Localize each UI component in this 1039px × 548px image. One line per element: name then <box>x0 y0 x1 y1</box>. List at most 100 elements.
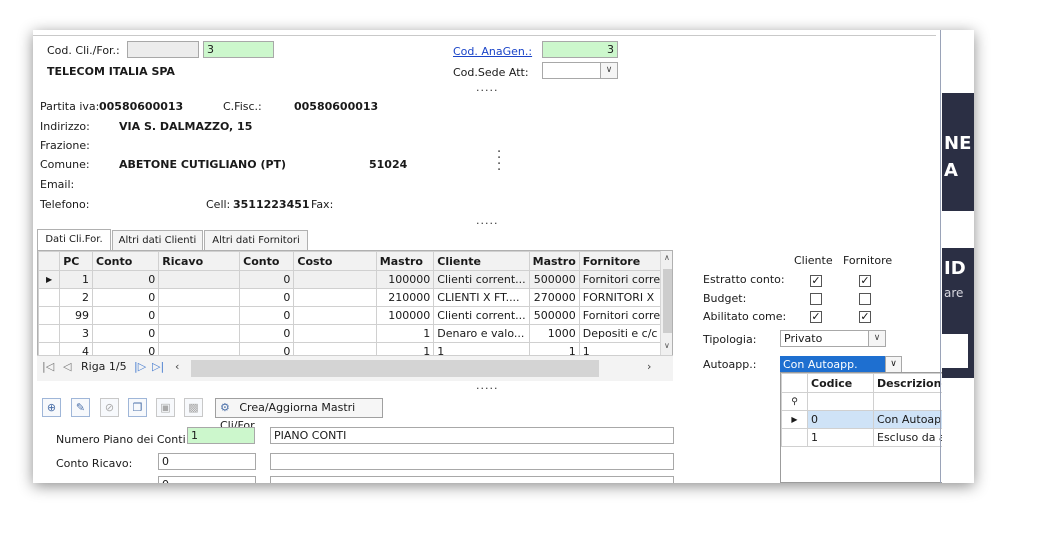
table-row[interactable]: 2 0 0 210000 CLIENTI X FT.... 270000 FOR… <box>38 288 672 307</box>
cell-mastro-cliente[interactable]: 1 <box>375 324 435 343</box>
cell-pc[interactable]: 99 <box>59 306 93 325</box>
cod-cli-for-field[interactable]: 3 <box>203 41 274 58</box>
cod-cli-for-prefix-field[interactable] <box>127 41 199 58</box>
delete-button[interactable]: ▩ <box>184 398 203 417</box>
cell-ricavo[interactable] <box>158 306 241 325</box>
cell-pc[interactable]: 1 <box>59 270 93 289</box>
cell-conto-costo[interactable]: 0 <box>239 270 295 289</box>
cell-mastro-cliente[interactable]: 100000 <box>375 270 435 289</box>
cod-anagen-link[interactable]: Cod. AnaGen.: <box>453 45 532 58</box>
splitter-dots-2[interactable]: ..... <box>476 214 498 227</box>
add-record-button[interactable]: ⊕ <box>42 398 61 417</box>
cell-mastro-cliente[interactable]: 210000 <box>375 288 435 307</box>
estratto-fornitore-checkbox[interactable]: ✓ <box>859 275 871 287</box>
cell-conto-costo[interactable]: 0 <box>239 324 295 343</box>
option-codice[interactable]: 0 <box>807 410 874 429</box>
copy-button[interactable]: ❐ <box>128 398 147 417</box>
budget-fornitore-checkbox[interactable] <box>859 293 871 305</box>
autoapp-select[interactable]: Con Autoapp. <box>780 356 885 373</box>
edit-record-button[interactable]: ✎ <box>71 398 90 417</box>
cell-mastro-cliente[interactable]: 100000 <box>375 306 435 325</box>
scroll-up-icon[interactable]: ∧ <box>664 253 670 262</box>
abilitato-fornitore-checkbox[interactable]: ✓ <box>859 311 871 323</box>
cell-conto-costo[interactable]: 0 <box>239 288 295 307</box>
chevron-down-icon[interactable]: ∨ <box>600 63 617 78</box>
cell-conto-ricavo[interactable]: 0 <box>91 270 160 289</box>
cell-mastro-fornitore[interactable]: 270000 <box>528 288 580 307</box>
vertical-scroll-thumb[interactable] <box>663 269 672 333</box>
col-header-fornitore[interactable]: Fornitore <box>578 251 672 271</box>
estratto-cliente-checkbox[interactable]: ✓ <box>810 275 822 287</box>
cell-mastro-fornitore[interactable]: 500000 <box>528 306 580 325</box>
col-header-conto-costo[interactable]: Conto <box>239 251 295 271</box>
abilitato-cliente-checkbox[interactable]: ✓ <box>810 311 822 323</box>
col-header-cliente[interactable]: Cliente <box>433 251 530 271</box>
splitter-dots[interactable]: ..... <box>476 81 498 94</box>
cell-fornitore[interactable]: FORNITORI X <box>578 288 672 307</box>
cell-pc[interactable]: 2 <box>59 288 93 307</box>
cell-conto-ricavo[interactable]: 0 <box>91 306 160 325</box>
tab-dati-cli-for[interactable]: Dati Cli.For. <box>37 229 111 251</box>
cell-conto-costo[interactable]: 0 <box>239 306 295 325</box>
cell-ricavo[interactable] <box>158 324 241 343</box>
crea-aggiorna-mastri-button[interactable]: ⚙ Crea/Aggiorna Mastri Cli/For <box>215 398 383 432</box>
cell-fornitore[interactable]: Fornitori correi <box>578 270 672 289</box>
cell-cliente[interactable]: CLIENTI X FT.... <box>433 288 530 307</box>
dropdown-col-codice[interactable]: Codice <box>807 373 874 393</box>
cell-costo[interactable] <box>293 270 377 289</box>
cell-pc[interactable]: 3 <box>59 324 93 343</box>
cell-ricavo[interactable] <box>158 288 241 307</box>
cell-fornitore[interactable]: Fornitori correi <box>578 306 672 325</box>
col-header-conto-ricavo[interactable]: Conto <box>91 251 160 271</box>
horizontal-scroll-thumb[interactable] <box>191 360 599 377</box>
cell-cliente[interactable]: Denaro e valo... <box>433 324 530 343</box>
cell-costo[interactable] <box>293 288 377 307</box>
table-row[interactable]: 99 0 0 100000 Clienti corrent... 500000 … <box>38 306 672 325</box>
scroll-down-icon[interactable]: ∨ <box>664 341 670 350</box>
next-record-icon[interactable]: |▷ <box>134 360 146 373</box>
option-codice[interactable]: 1 <box>807 428 874 447</box>
chevron-down-icon[interactable]: ∨ <box>885 356 902 373</box>
cancel-button[interactable]: ⊘ <box>100 398 119 417</box>
col-header-pc[interactable]: PC <box>59 251 93 271</box>
piano-descrizione-field[interactable]: PIANO CONTI <box>270 427 674 444</box>
filter-codice-cell[interactable] <box>807 392 874 411</box>
cell-costo[interactable] <box>293 306 377 325</box>
conto-ricavo-descrizione-field[interactable] <box>270 453 674 470</box>
col-header-mastro-fornitore[interactable]: Mastro <box>528 251 580 271</box>
cell-mastro-fornitore[interactable]: 1000 <box>528 324 580 343</box>
cell-costo[interactable] <box>293 324 377 343</box>
col-header-costo[interactable]: Costo <box>293 251 377 271</box>
last-record-icon[interactable]: ▷| <box>152 360 164 373</box>
cod-sede-select[interactable]: ∨ <box>542 62 618 79</box>
table-row[interactable]: 3 0 0 1 Denaro e valo... 1000 Depositi e… <box>38 324 672 343</box>
save-button[interactable]: ▣ <box>156 398 175 417</box>
splitter-dots-3[interactable]: ..... <box>476 379 498 392</box>
cell-cliente[interactable]: Clienti corrent... <box>433 306 530 325</box>
chevron-down-icon[interactable]: ∨ <box>868 331 885 346</box>
grid-vertical-scrollbar[interactable]: ∧ ∨ <box>660 251 672 355</box>
cod-anagen-field[interactable]: 3 <box>542 41 618 58</box>
table-row[interactable]: ▶ 1 0 0 100000 Clienti corrent... 500000… <box>38 270 672 289</box>
cell-conto-ricavo[interactable]: 0 <box>91 288 160 307</box>
conto-costo-field[interactable]: 0 <box>158 476 256 483</box>
budget-cliente-checkbox[interactable] <box>810 293 822 305</box>
cell-conto-ricavo[interactable]: 0 <box>91 324 160 343</box>
col-header-ricavo[interactable]: Ricavo <box>158 251 241 271</box>
vertical-splitter-dots[interactable]: .... <box>497 142 501 173</box>
cell-cliente[interactable]: Clienti corrent... <box>433 270 530 289</box>
prev-record-icon[interactable]: ◁ <box>63 360 71 373</box>
cell-ricavo[interactable] <box>158 270 241 289</box>
scroll-right-icon[interactable]: › <box>647 360 651 373</box>
conto-ricavo-field[interactable]: 0 <box>158 453 256 470</box>
tipologia-select[interactable]: Privato ∨ <box>780 330 886 347</box>
conto-costo-descrizione-field[interactable] <box>270 476 674 483</box>
numero-piano-field[interactable]: 1 <box>187 427 255 444</box>
col-header-mastro-cliente[interactable]: Mastro <box>375 251 435 271</box>
first-record-icon[interactable]: |◁ <box>42 360 54 373</box>
tab-altri-dati-fornitori[interactable]: Altri dati Fornitori <box>204 230 308 250</box>
scroll-left-icon[interactable]: ‹ <box>175 360 179 373</box>
tab-altri-dati-clienti[interactable]: Altri dati Clienti <box>112 230 203 250</box>
cell-fornitore[interactable]: Depositi e c/c b <box>578 324 672 343</box>
cell-mastro-fornitore[interactable]: 500000 <box>528 270 580 289</box>
